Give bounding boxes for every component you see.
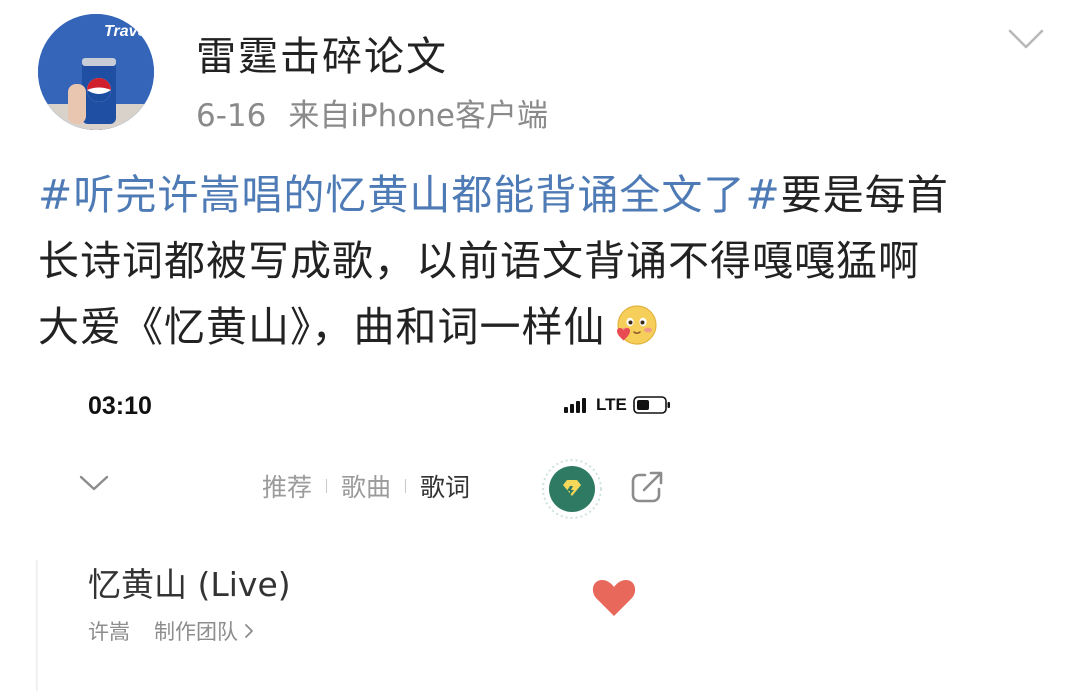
tab-divider xyxy=(326,479,328,493)
avatar-shirt-text: Travel xyxy=(104,23,151,40)
collapse-chevron-icon[interactable] xyxy=(78,472,110,494)
chevron-right-icon xyxy=(245,624,253,638)
vip-badge-icon[interactable] xyxy=(541,458,603,520)
post-source: 来自iPhone客户端 xyxy=(288,98,548,134)
network-label: LTE xyxy=(596,395,627,414)
post-text-line-3: 大爱《忆黄山》，曲和词一样仙 xyxy=(38,294,1038,360)
embedded-screenshot: 03:10 LTE 推荐 歌曲 歌词 忆黄山 (Live) 许嵩 制作团队 xyxy=(38,372,700,691)
like-heart-icon[interactable] xyxy=(591,576,637,618)
post-text-line-1-rest: 要是每首 xyxy=(780,171,949,219)
chevron-down-icon[interactable] xyxy=(1006,26,1046,52)
status-indicators: LTE xyxy=(564,394,671,416)
post-text-line-2: 长诗词都被写成歌，以前语文背诵不得嘎嘎猛啊 xyxy=(38,237,920,285)
post-text-line-1: #听完许嵩唱的忆黄山都能背诵全文了#要是每首 xyxy=(38,162,1038,228)
tab-song[interactable]: 歌曲 xyxy=(341,468,391,504)
post-meta: 6-16 来自iPhone客户端 xyxy=(196,90,548,135)
hashtag-link[interactable]: #听完许嵩唱的忆黄山都能背诵全文了# xyxy=(38,171,781,219)
battery-icon xyxy=(633,396,670,414)
status-time: 03:10 xyxy=(88,392,152,420)
avatar-image: Travel xyxy=(38,14,154,130)
post-text: #听完许嵩唱的忆黄山都能背诵全文了#要是每首 长诗词都被写成歌，以前语文背诵不得… xyxy=(38,162,1038,360)
tab-divider xyxy=(405,479,407,493)
post-time: 6-16 xyxy=(196,98,267,134)
tab-lyrics[interactable]: 歌词 xyxy=(420,468,470,504)
blushing-heart-emoji-icon xyxy=(616,305,657,345)
username[interactable]: 雷霆击碎论文 xyxy=(196,24,448,82)
avatar[interactable]: Travel xyxy=(38,14,154,130)
post-text-line-3-text: 大爱《忆黄山》，曲和词一样仙 xyxy=(38,303,606,351)
song-credits: 许嵩 制作团队 xyxy=(88,616,254,646)
song-title: 忆黄山 (Live) xyxy=(88,565,291,604)
player-tabs: 推荐 歌曲 歌词 xyxy=(262,468,470,504)
signal-icon xyxy=(564,398,586,413)
production-team-link[interactable]: 制作团队 xyxy=(154,616,238,646)
share-icon[interactable] xyxy=(629,469,665,505)
tab-recommend[interactable]: 推荐 xyxy=(262,468,312,504)
artist-link[interactable]: 许嵩 xyxy=(88,616,130,646)
